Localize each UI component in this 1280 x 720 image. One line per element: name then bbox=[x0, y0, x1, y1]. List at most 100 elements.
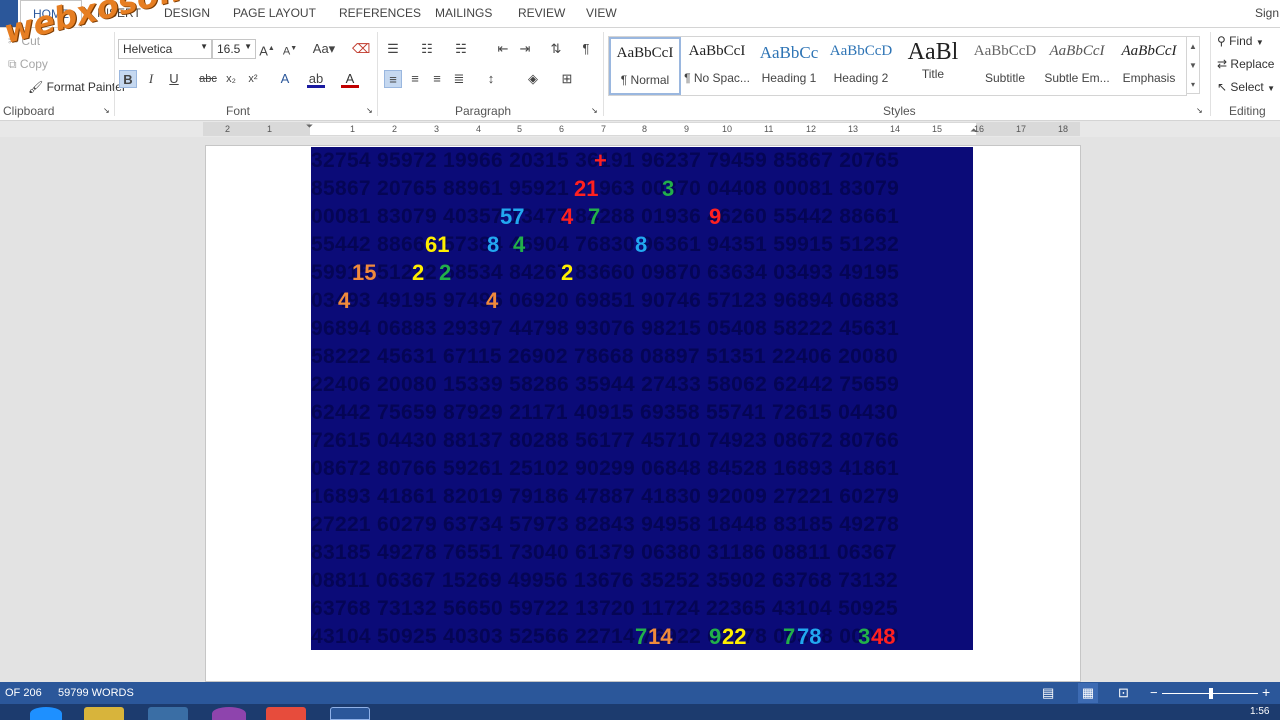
numbering-icon[interactable]: ☷ bbox=[418, 40, 436, 58]
strikethrough-button[interactable]: abc bbox=[199, 70, 217, 88]
highlighted-number: 3 bbox=[858, 624, 871, 649]
grid-row: 55442 88661 57384 46904 76830 96361 9435… bbox=[311, 233, 900, 256]
grid-row: 08672 80766 59261 25102 90299 06848 8452… bbox=[311, 457, 900, 480]
taskbar: 1:56 bbox=[0, 704, 1280, 720]
highlighted-number: 9 bbox=[709, 204, 722, 229]
bullets-icon[interactable]: ☰ bbox=[384, 40, 402, 58]
multilevel-list-icon[interactable]: ☵ bbox=[452, 40, 470, 58]
style-heading-2[interactable]: AaBbCcD Heading 2 bbox=[825, 37, 897, 95]
superscript-button[interactable]: x² bbox=[244, 70, 262, 88]
tab-mailings[interactable]: MAILINGS bbox=[435, 6, 492, 20]
read-mode-icon[interactable]: ▤ bbox=[1042, 685, 1054, 701]
select-button[interactable]: ↖ Select ▼ bbox=[1217, 80, 1275, 94]
horizontal-ruler[interactable]: 2 1 1 2 3 4 5 6 7 8 9 10 11 12 13 14 15 … bbox=[203, 121, 1080, 136]
copy-button[interactable]: ⧉ Copy bbox=[8, 57, 48, 72]
shading-icon[interactable]: ◈ bbox=[524, 70, 542, 88]
shrink-font-icon[interactable]: A▼ bbox=[281, 40, 299, 58]
pilcrow-icon[interactable]: ¶ bbox=[577, 40, 595, 58]
taskbar-app-icon[interactable] bbox=[148, 707, 188, 720]
word-taskbar-icon[interactable] bbox=[330, 707, 370, 720]
tab-references[interactable]: REFERENCES bbox=[339, 6, 421, 20]
change-case-icon[interactable]: Aa▾ bbox=[310, 40, 338, 58]
grow-font-icon[interactable]: A▲ bbox=[258, 40, 276, 58]
sort-icon[interactable]: ⇅ bbox=[547, 40, 565, 58]
zoom-slider-thumb[interactable] bbox=[1209, 688, 1213, 699]
clock[interactable]: 1:56 bbox=[1250, 706, 1269, 717]
text-effects-icon[interactable]: A bbox=[276, 70, 294, 88]
copy-icon: ⧉ bbox=[8, 57, 17, 71]
grid-row: 59915 51232 58534 84267 83660 09870 6363… bbox=[311, 261, 900, 284]
format-painter-button[interactable]: 🖌 Format Painter bbox=[28, 80, 126, 94]
page-count[interactable]: OF 206 bbox=[5, 687, 42, 699]
underline-button[interactable]: U bbox=[165, 70, 183, 88]
replace-button[interactable]: ⇄ Replace bbox=[1217, 57, 1274, 71]
subscript-button[interactable]: x₂ bbox=[222, 70, 240, 88]
align-center-icon[interactable]: ≡ bbox=[406, 70, 424, 88]
highlighted-number: 48 bbox=[871, 624, 896, 649]
font-name-box[interactable]: Helvetica ▼ bbox=[118, 39, 212, 59]
print-layout-icon[interactable]: ▦ bbox=[1078, 683, 1098, 703]
styles-launcher-icon[interactable]: ↘ bbox=[1196, 106, 1203, 115]
highlighted-number: 2 bbox=[439, 260, 452, 285]
style-subtle-emphasis[interactable]: AaBbCcI Subtle Em... bbox=[1041, 37, 1113, 95]
paragraph-launcher-icon[interactable]: ↘ bbox=[591, 106, 598, 115]
chevron-down-icon: ▼ bbox=[200, 42, 208, 51]
decrease-indent-icon[interactable]: ⇤ bbox=[494, 40, 512, 58]
style-title[interactable]: AaBl Title bbox=[897, 37, 969, 95]
style-normal[interactable]: AaBbCcI ¶ Normal bbox=[609, 37, 681, 95]
font-launcher-icon[interactable]: ↘ bbox=[366, 106, 373, 115]
highlighted-number: 2 bbox=[412, 260, 425, 285]
find-button[interactable]: ⚲ Find ▼ bbox=[1217, 34, 1264, 48]
sign-in-link[interactable]: Sign bbox=[1255, 6, 1279, 20]
grid-row: 27221 60279 63734 57973 82843 94958 1844… bbox=[311, 513, 900, 536]
viber-icon[interactable] bbox=[212, 707, 246, 720]
italic-button[interactable]: I bbox=[142, 70, 160, 88]
indent-marker-icon[interactable]: ⏷ bbox=[306, 121, 313, 132]
font-color-icon[interactable]: A bbox=[341, 70, 359, 88]
chevron-up-icon[interactable]: ▲ bbox=[1187, 37, 1199, 56]
chevron-down-icon[interactable]: ▼ bbox=[1187, 56, 1199, 75]
increase-indent-icon[interactable]: ⇥ bbox=[516, 40, 534, 58]
paragraph-group-label: Paragraph bbox=[455, 104, 512, 118]
number-grid-table[interactable]: 32754 95972 19966 20315 36191 96237 7945… bbox=[311, 147, 973, 650]
file-explorer-icon[interactable] bbox=[84, 707, 124, 720]
chrome-icon[interactable] bbox=[266, 707, 306, 720]
zoom-out-icon[interactable]: − bbox=[1150, 685, 1158, 700]
grid-row: 03493 49195 97495 06920 69851 90746 5712… bbox=[311, 289, 900, 312]
borders-icon[interactable]: ⊞ bbox=[558, 70, 576, 88]
line-spacing-icon[interactable]: ↕ bbox=[482, 70, 500, 88]
more-styles-icon[interactable]: ▾ bbox=[1187, 75, 1199, 94]
start-button-icon[interactable] bbox=[30, 707, 62, 720]
styles-scroll[interactable]: ▲ ▼ ▾ bbox=[1186, 36, 1200, 94]
bold-button[interactable]: B bbox=[119, 70, 137, 88]
justify-icon[interactable]: ≣ bbox=[450, 70, 468, 88]
highlighted-number: 7 bbox=[783, 624, 796, 649]
highlighted-number: 61 bbox=[425, 232, 450, 257]
tab-view[interactable]: VIEW bbox=[586, 6, 617, 20]
web-layout-icon[interactable]: ⊡ bbox=[1118, 685, 1129, 701]
style-heading-1[interactable]: AaBbCc Heading 1 bbox=[753, 37, 825, 95]
word-count[interactable]: 59799 WORDS bbox=[58, 687, 134, 699]
highlighted-number: 4 bbox=[486, 288, 499, 313]
tab-page-layout[interactable]: PAGE LAYOUT bbox=[233, 6, 316, 20]
ribbon-home: ✂ Cut ⧉ Copy 🖌 Format Painter Clipboard … bbox=[0, 27, 1280, 121]
highlighted-number: 8 bbox=[487, 232, 500, 257]
style-emphasis[interactable]: AaBbCcI Emphasis bbox=[1113, 37, 1185, 95]
grid-row: 63768 73132 56650 59722 13720 11724 2236… bbox=[311, 597, 898, 620]
grid-row: 22406 20080 15339 58286 35944 27433 5806… bbox=[311, 373, 900, 396]
align-right-icon[interactable]: ≡ bbox=[428, 70, 446, 88]
grid-row: 16893 41861 82019 79186 47887 41830 9200… bbox=[311, 485, 900, 508]
zoom-in-icon[interactable]: + bbox=[1262, 684, 1270, 700]
right-indent-marker-icon[interactable]: ⏶ bbox=[970, 125, 977, 136]
font-size-box[interactable]: 16.5 ▼ bbox=[212, 39, 256, 59]
highlight-color-icon[interactable]: ab bbox=[307, 70, 325, 88]
grid-row: 83185 49278 76551 73040 61379 06380 3118… bbox=[311, 541, 897, 564]
highlighted-number: 21 bbox=[574, 176, 599, 201]
style-subtitle[interactable]: AaBbCcD Subtitle bbox=[969, 37, 1041, 95]
style-no-spacing[interactable]: AaBbCcI ¶ No Spac... bbox=[681, 37, 753, 95]
tab-review[interactable]: REVIEW bbox=[518, 6, 565, 20]
paintbrush-icon: 🖌 bbox=[28, 80, 44, 94]
align-left-icon[interactable]: ≡ bbox=[384, 70, 402, 88]
clear-formatting-icon[interactable]: ⌫ bbox=[352, 40, 370, 58]
clipboard-launcher-icon[interactable]: ↘ bbox=[103, 106, 110, 115]
